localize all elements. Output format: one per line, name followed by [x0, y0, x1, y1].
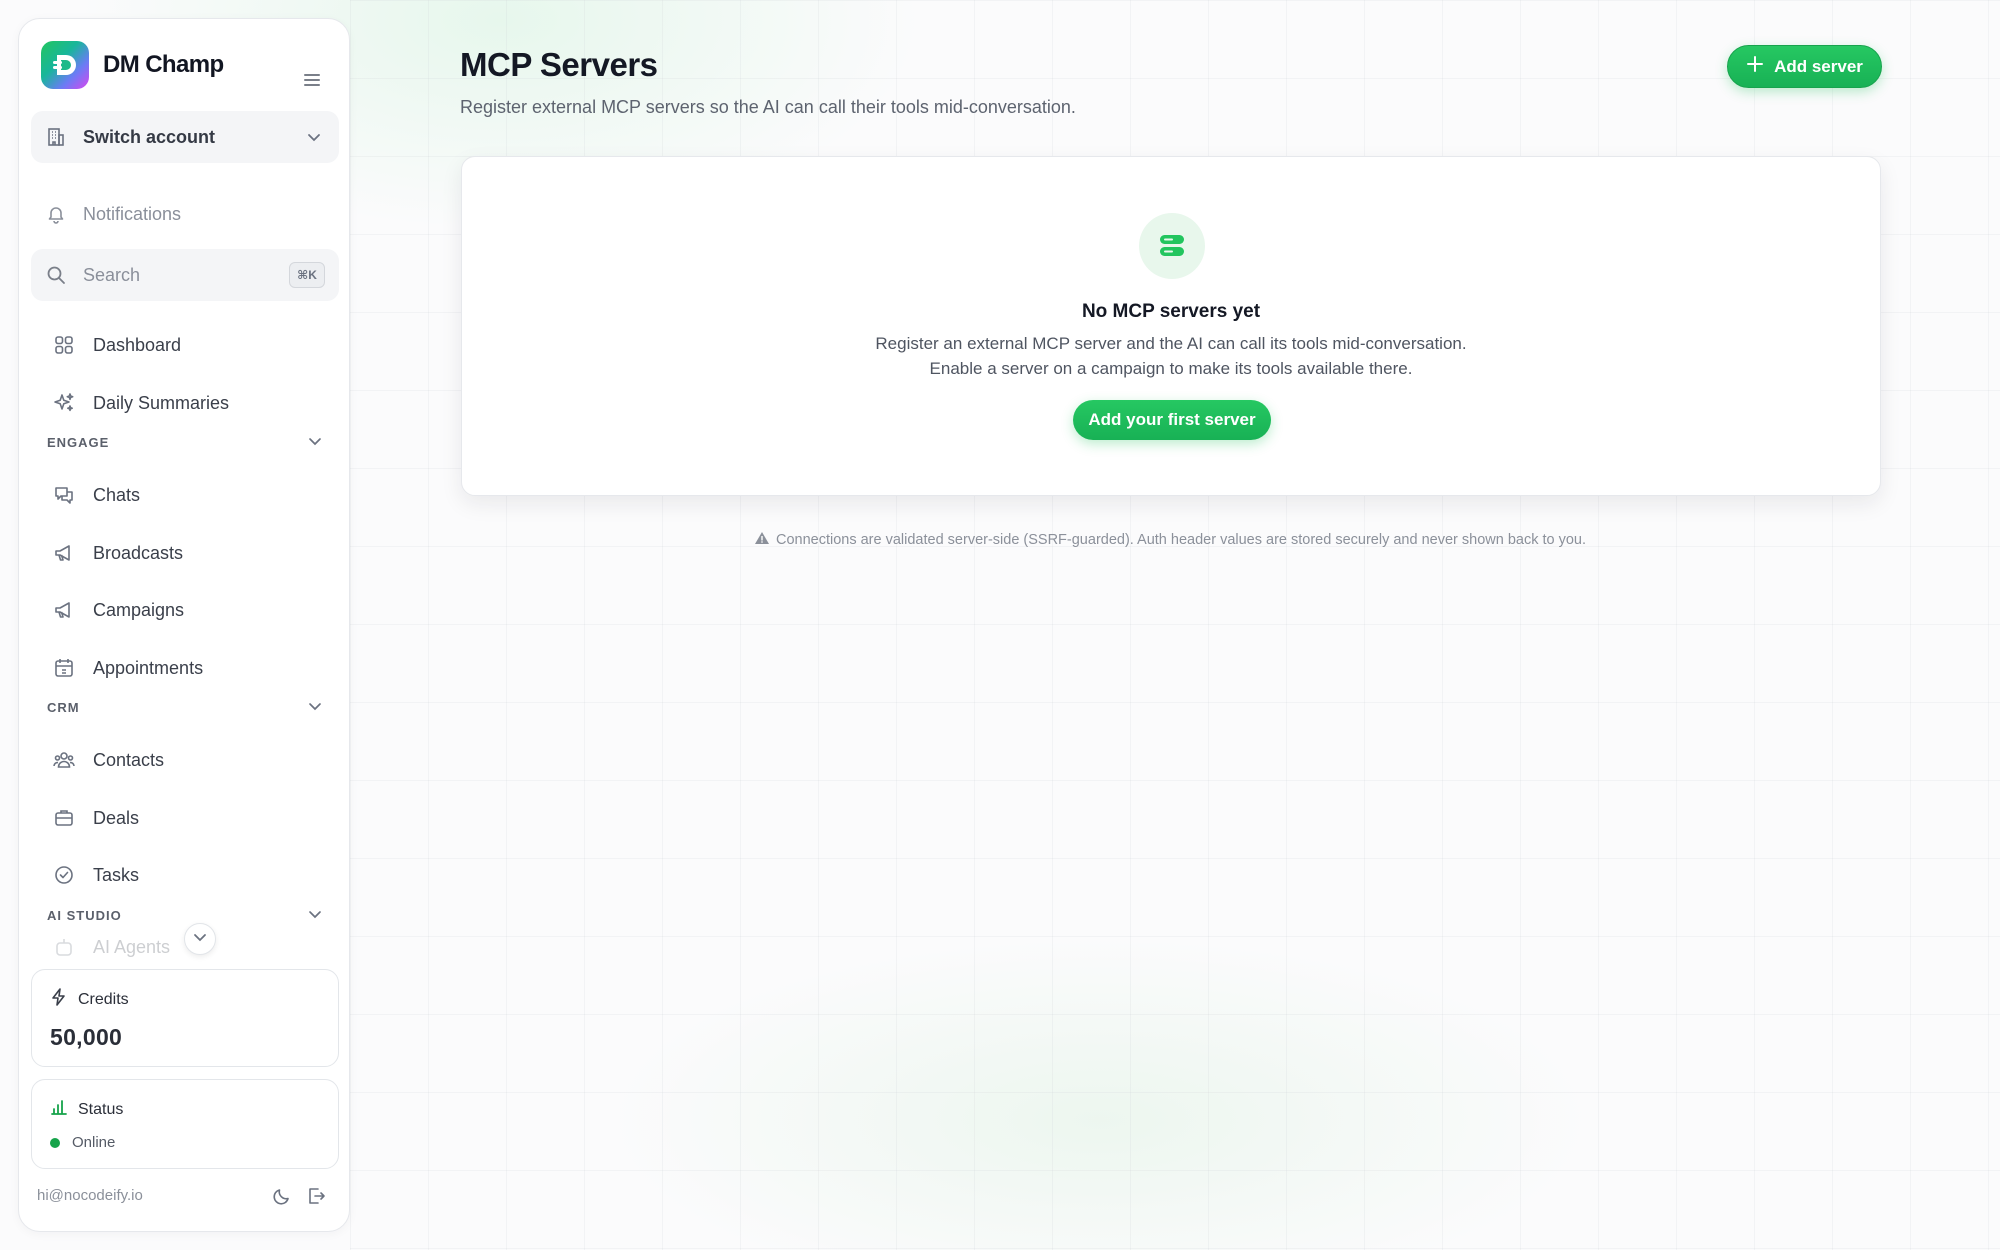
user-email: hi@nocodeify.io: [37, 1187, 143, 1204]
section-engage[interactable]: ENGAGE: [47, 430, 337, 454]
status-title: Status: [50, 1098, 123, 1121]
empty-state-title: No MCP servers yet: [1081, 301, 1261, 322]
status-indicator: Online: [50, 1134, 115, 1151]
section-title: ENGAGE: [47, 434, 110, 450]
security-note: Connections are validated server-side (S…: [460, 530, 1880, 550]
sidebar-item-label: Deals: [93, 807, 140, 828]
sidebar-item-broadcasts[interactable]: Broadcasts: [31, 527, 339, 579]
sidebar-item-label: AI Agents: [93, 937, 171, 957]
add-first-server-button[interactable]: Add your first server: [1073, 400, 1271, 440]
moon-icon[interactable]: [271, 1185, 293, 1207]
server-icon: [1139, 213, 1205, 279]
sidebar-item-label: Campaigns: [93, 599, 185, 620]
menu-icon[interactable]: [301, 71, 323, 89]
bot-icon: [53, 937, 75, 957]
credits-label: Credits: [78, 990, 129, 1008]
scroll-down-button[interactable]: [184, 923, 216, 955]
security-note-text: Connections are validated server-side (S…: [775, 532, 1587, 548]
brand[interactable]: DM Champ: [41, 41, 224, 89]
search-label: Search: [83, 264, 141, 285]
sidebar-item-dashboard[interactable]: Dashboard: [31, 319, 339, 371]
notifications-link[interactable]: Notifications: [31, 189, 339, 239]
add-server-button[interactable]: Add server: [1727, 45, 1882, 88]
status-value: Online: [72, 1134, 116, 1151]
empty-state-card: No MCP servers yet Register an external …: [461, 156, 1881, 496]
credits-value: 50,000: [50, 1024, 123, 1050]
sidebar-item-chats[interactable]: Chats: [31, 469, 339, 521]
plus-icon: [1746, 55, 1764, 78]
section-crm[interactable]: CRM: [47, 695, 337, 719]
credits-title: Credits: [50, 988, 129, 1011]
search-shortcut-badge: ⌘K: [289, 262, 325, 288]
section-title: CRM: [47, 699, 80, 715]
sidebar-item-contacts[interactable]: Contacts: [31, 734, 339, 786]
chevron-down-icon: [307, 906, 323, 925]
chat-icon: [53, 484, 75, 506]
main-content: MCP Servers Register external MCP server…: [460, 0, 1882, 1250]
add-server-label: Add server: [1774, 56, 1863, 76]
sidebar-item-deals[interactable]: Deals: [31, 792, 339, 844]
sidebar-item-tasks[interactable]: Tasks: [31, 849, 339, 901]
sidebar-item-label: Broadcasts: [93, 542, 184, 563]
sidebar-item-label: Chats: [93, 484, 141, 505]
bar-chart-icon: [50, 1098, 68, 1121]
switch-account-label: Switch account: [83, 126, 216, 147]
users-icon: [53, 749, 75, 771]
sidebar-item-campaigns[interactable]: Campaigns: [31, 584, 339, 636]
credits-card: Credits 50,000: [31, 969, 339, 1067]
chevron-down-icon: [305, 128, 323, 151]
online-dot: [50, 1137, 60, 1148]
grid-icon: [53, 334, 75, 356]
chevron-down-icon: [307, 698, 323, 717]
check-circle-icon: [53, 864, 75, 886]
section-ai-studio[interactable]: AI STUDIO: [47, 903, 337, 927]
warning-icon: [754, 530, 770, 550]
megaphone-icon: [53, 599, 75, 621]
status-label: Status: [78, 1100, 124, 1118]
sidebar-item-daily-summaries[interactable]: Daily Summaries: [31, 377, 339, 429]
chevron-down-icon: [192, 929, 208, 950]
sidebar-item-label: Dashboard: [93, 334, 182, 355]
lightning-icon: [50, 988, 68, 1011]
switch-account-button[interactable]: Switch account: [31, 111, 339, 163]
logout-icon[interactable]: [305, 1185, 327, 1207]
sidebar-item-appointments[interactable]: Appointments: [31, 642, 339, 694]
page-subtitle: Register external MCP servers so the AI …: [460, 97, 1076, 117]
briefcase-icon: [53, 807, 75, 829]
sidebar-item-label: Tasks: [93, 864, 140, 885]
search-input[interactable]: Search ⌘K: [31, 249, 339, 301]
sidebar-item-label: Contacts: [93, 749, 165, 770]
bell-icon: [45, 203, 67, 225]
notifications-label: Notifications: [83, 203, 182, 224]
sidebar-item-label: Daily Summaries: [93, 392, 230, 413]
sidebar: DM Champ Switch account Notifications Se…: [18, 18, 350, 1232]
megaphone-icon: [53, 542, 75, 564]
brand-name: DM Champ: [103, 51, 224, 78]
chevron-down-icon: [307, 433, 323, 452]
status-card: Status Online: [31, 1079, 339, 1169]
dm-champ-logo-icon: [41, 41, 89, 89]
sparkles-icon: [53, 392, 75, 414]
section-title: AI STUDIO: [47, 907, 122, 923]
search-icon: [45, 264, 67, 286]
calendar-icon: [53, 657, 75, 679]
page-title: MCP Servers: [460, 46, 658, 83]
sidebar-item-label: Appointments: [93, 657, 204, 678]
building-icon: [45, 126, 67, 148]
empty-state-line-2: Enable a server on a campaign to make it…: [929, 359, 1413, 378]
empty-state-line-1: Register an external MCP server and the …: [875, 334, 1467, 353]
